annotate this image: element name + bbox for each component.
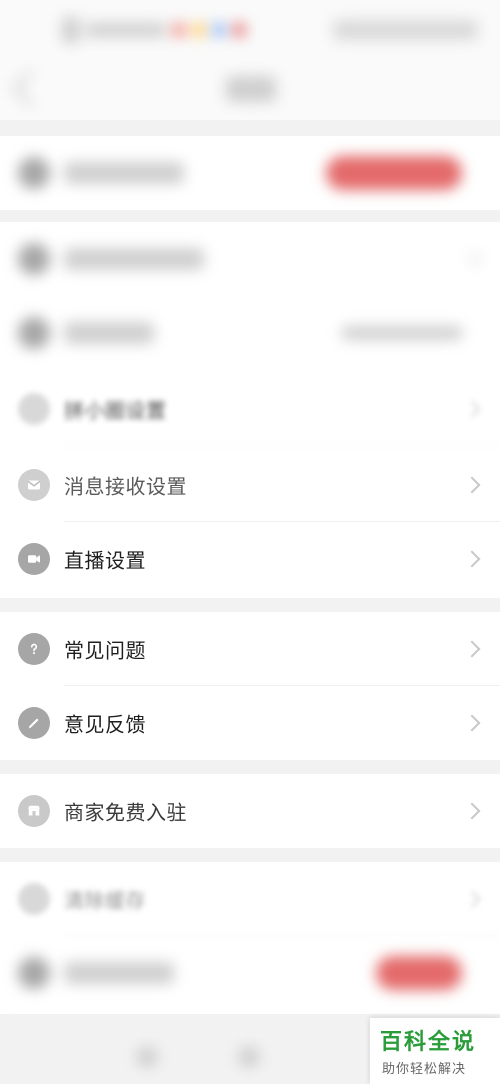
settings-row-2-icon	[18, 317, 50, 349]
chevron-right-icon	[463, 640, 481, 658]
settings-row-1-label	[64, 248, 204, 270]
watermark-subtitle: 助你轻松解决	[382, 1062, 467, 1077]
account-label	[64, 162, 184, 184]
question-svg	[30, 643, 38, 655]
message-label: 消息接收设置	[64, 474, 187, 499]
bottom-row-icon	[18, 957, 50, 989]
status-dot	[232, 23, 246, 37]
sidebar-item-live[interactable]: 直播设置	[0, 522, 500, 596]
bottom-row-label	[64, 962, 174, 984]
sidebar-item-message[interactable]: 消息接收设置	[0, 448, 500, 522]
account-button[interactable]	[326, 156, 462, 190]
settings-row-2-label	[64, 322, 154, 344]
question-icon	[18, 633, 50, 665]
watermark: 百科全说 助你轻松解决	[370, 1018, 500, 1084]
chevron-right-icon	[463, 476, 481, 494]
status-dot	[172, 23, 186, 37]
sidebar-item-clear-cache[interactable]: 清除缓存	[0, 862, 500, 936]
camera-svg	[28, 555, 40, 563]
edit-icon	[18, 707, 50, 739]
chevron-right-icon	[463, 550, 481, 568]
sidebar-item-faq[interactable]: 常见问题	[0, 612, 500, 686]
chevron-right-icon	[463, 250, 481, 268]
status-text	[86, 23, 166, 37]
settings-row-2[interactable]	[0, 296, 500, 370]
group-settings: 拼小圈设置 消息接收设置 直播设置	[0, 222, 500, 598]
chevron-right-icon	[463, 400, 481, 418]
settings-row-1[interactable]	[0, 222, 500, 296]
sidebar-item-feedback[interactable]: 意见反馈	[0, 686, 500, 760]
sidebar-item-merchant[interactable]: 商家免费入驻	[0, 774, 500, 848]
page-title	[226, 76, 276, 102]
status-bar	[0, 0, 500, 60]
nav-icon[interactable]	[136, 1046, 158, 1068]
chevron-right-icon	[463, 890, 481, 908]
store-svg	[28, 805, 40, 816]
camera-icon	[18, 543, 50, 575]
back-icon[interactable]	[12, 70, 49, 107]
account-row[interactable]	[0, 136, 500, 210]
bottom-row[interactable]	[0, 936, 500, 1010]
status-icon	[62, 17, 80, 43]
account-icon	[18, 157, 50, 189]
envelope-icon	[27, 480, 41, 490]
pinxiaoquan-label: 拼小圈设置	[64, 398, 167, 423]
status-dot	[212, 23, 226, 37]
pencil-svg	[28, 718, 39, 729]
feedback-label: 意见反馈	[64, 712, 146, 737]
live-label: 直播设置	[64, 548, 146, 573]
group-merchant: 商家免费入驻	[0, 774, 500, 848]
chevron-right-icon	[463, 802, 481, 820]
watermark-title: 百科全说	[380, 1030, 477, 1055]
bottom-row-button[interactable]	[376, 956, 462, 990]
merchant-label: 商家免费入驻	[64, 800, 187, 825]
group-bottom: 清除缓存	[0, 862, 500, 1014]
message-icon	[18, 469, 50, 501]
chevron-right-icon	[463, 714, 481, 732]
settings-row-2-value	[342, 326, 462, 340]
status-dot	[192, 23, 206, 37]
group-help: 常见问题 意见反馈	[0, 612, 500, 760]
settings-row-1-icon	[18, 243, 50, 275]
clear-cache-label: 清除缓存	[64, 888, 146, 913]
circle-icon	[18, 393, 50, 425]
nav-bar	[0, 60, 500, 120]
faq-label: 常见问题	[64, 638, 146, 663]
status-right	[333, 20, 478, 40]
nav-icon[interactable]	[238, 1046, 260, 1068]
sidebar-item-pinxiaoquan[interactable]: 拼小圈设置	[0, 372, 500, 446]
status-left	[62, 17, 272, 43]
trash-icon	[18, 883, 50, 915]
group-account	[0, 136, 500, 210]
store-icon	[18, 795, 50, 827]
